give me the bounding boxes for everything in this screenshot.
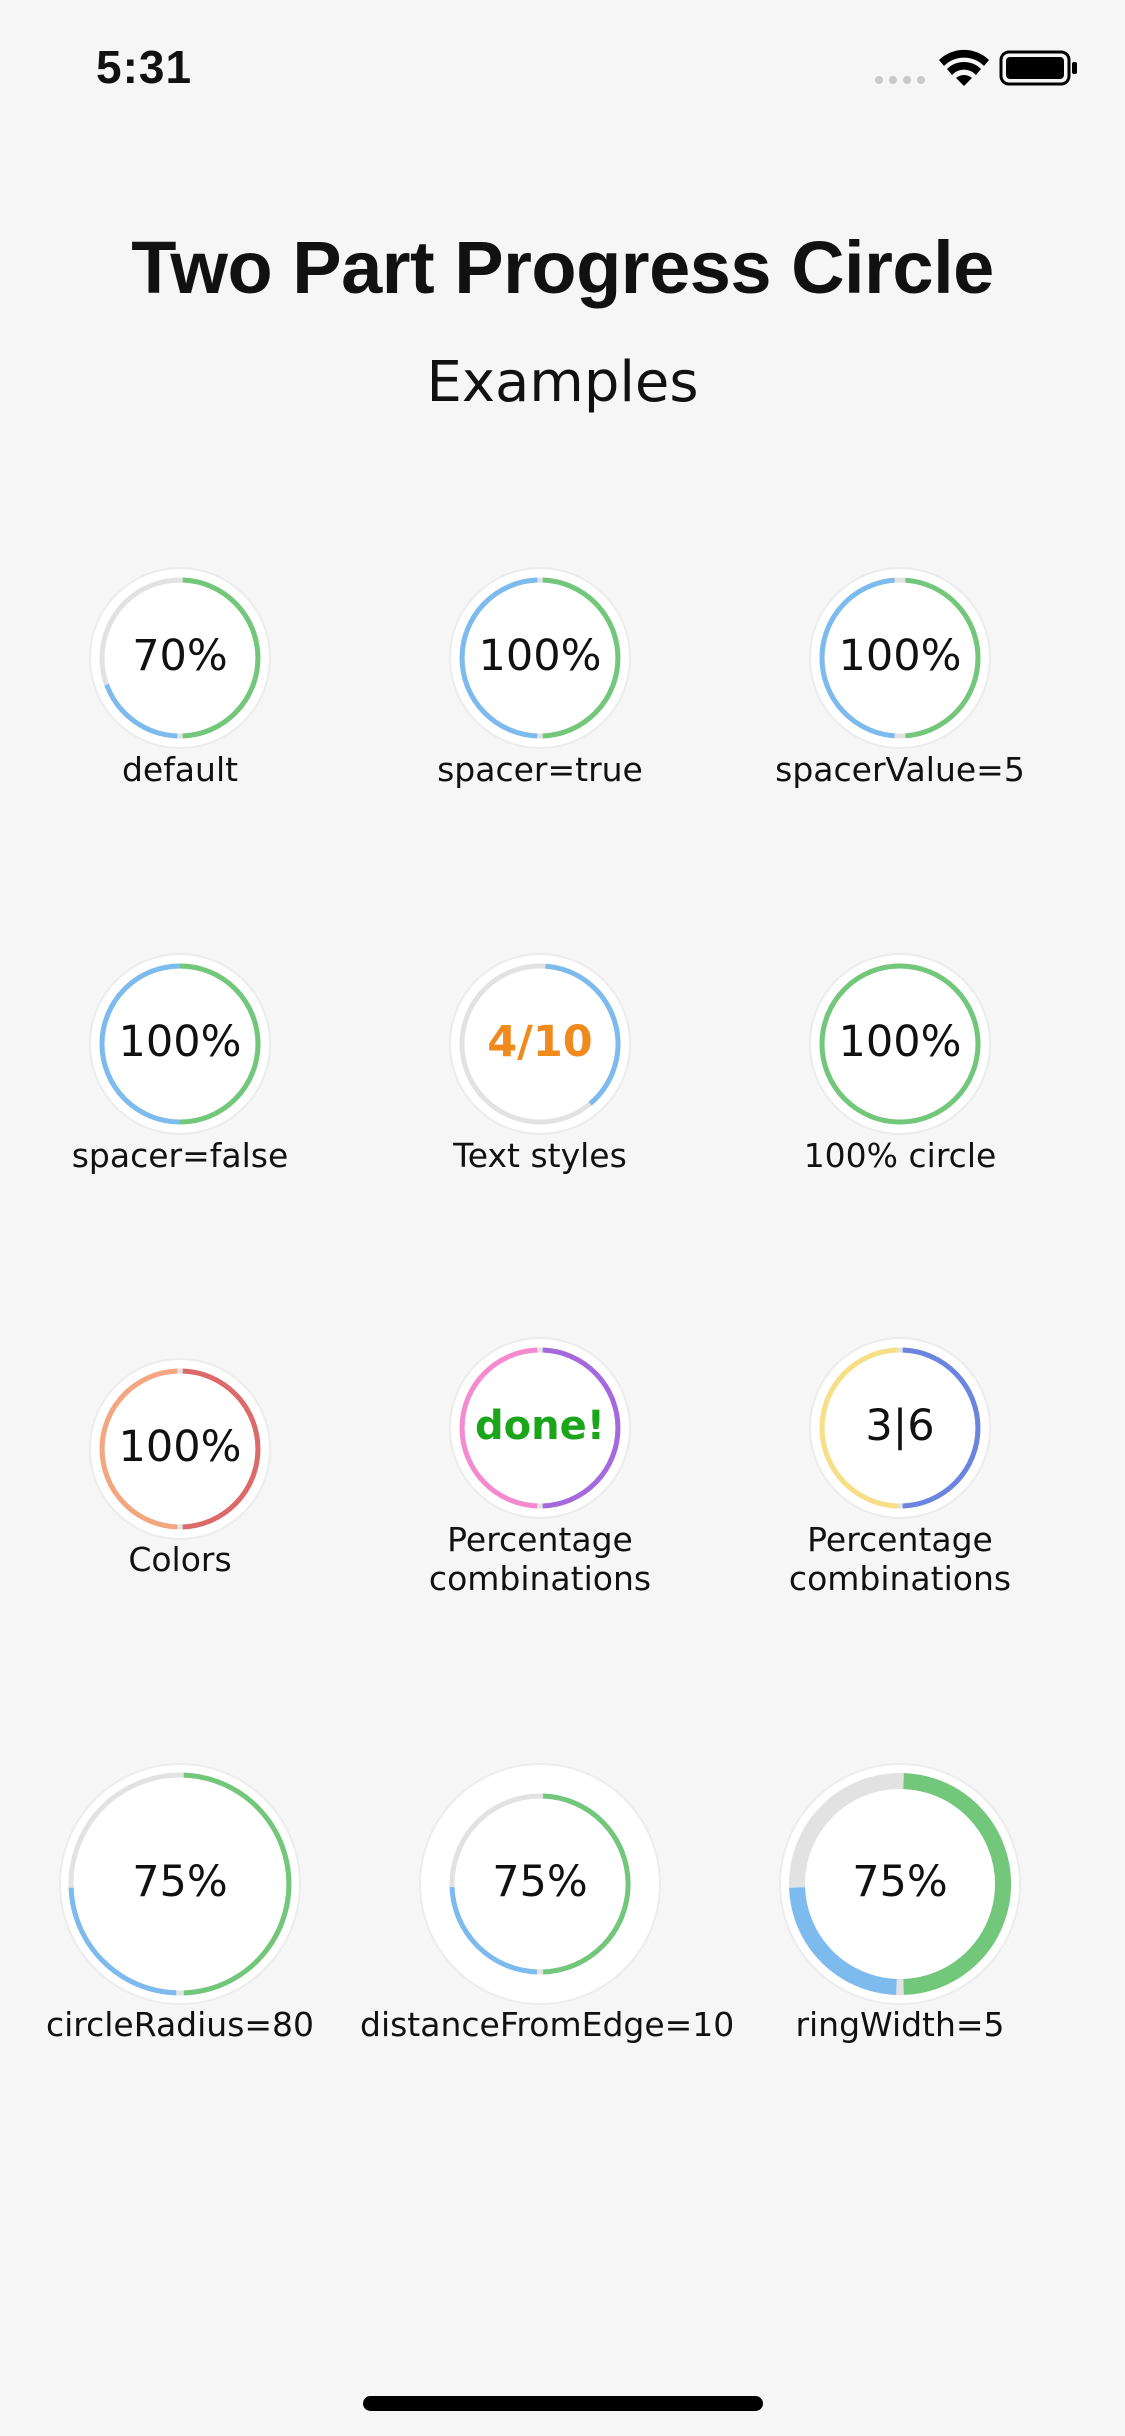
example-label: spacer=false: [71, 1136, 289, 1175]
example-percentage-combinations-1: done!: [360, 1334, 720, 1522]
progress-value: 100%: [478, 630, 602, 681]
example-label: spacer=true: [437, 750, 643, 789]
signal-icon: [875, 76, 925, 84]
example-default: 70%: [0, 564, 360, 752]
example-label: 100% circle: [803, 1136, 997, 1175]
example-label: Percentage combinations: [788, 1520, 1012, 1598]
example-spacer-true: 100%: [360, 564, 720, 752]
example-label: default: [121, 750, 239, 789]
example-text-styles: 4/10: [360, 950, 720, 1138]
progress-value: 100%: [118, 1016, 242, 1067]
example-label: Percentage combinations: [428, 1520, 652, 1598]
battery-icon: [999, 50, 1077, 86]
example-ring-width-5: 75%: [720, 1760, 1080, 2008]
progress-value: 75%: [132, 1856, 228, 1907]
example-spacer-false: 100%: [0, 950, 360, 1138]
progress-value: 4/10: [487, 1016, 593, 1067]
progress-value: done!: [475, 1403, 605, 1449]
example-spacer-value-5: 100%: [720, 564, 1080, 752]
status-icons: [875, 49, 1077, 86]
example-label: Text styles: [453, 1136, 627, 1175]
page-subtitle: Examples: [426, 350, 699, 415]
example-colors: 100%: [0, 1355, 360, 1543]
progress-value: 100%: [838, 1016, 962, 1067]
example-circle-radius-80: 75%: [0, 1760, 360, 2008]
progress-value: 70%: [132, 630, 228, 681]
progress-value: 75%: [852, 1856, 948, 1907]
page-title: Two Part Progress Circle: [131, 226, 994, 309]
example-full-circle: 100%: [720, 950, 1080, 1138]
progress-value: 100%: [118, 1421, 242, 1472]
home-indicator[interactable]: [363, 2396, 763, 2411]
example-label: distanceFromEdge=10: [360, 2005, 735, 2044]
example-percentage-combinations-2: 3|6: [720, 1334, 1080, 1522]
status-bar: 5:31: [0, 0, 1125, 135]
example-label: ringWidth=5: [795, 2005, 1005, 2044]
example-distance-from-edge-10: 75%: [360, 1760, 720, 2008]
example-label: spacerValue=5: [775, 750, 1025, 789]
example-label: Colors: [128, 1540, 232, 1579]
example-label: circleRadius=80: [45, 2005, 315, 2044]
wifi-icon: [939, 49, 989, 86]
progress-value: 100%: [838, 630, 962, 681]
progress-value: 75%: [492, 1856, 588, 1907]
status-time: 5:31: [96, 41, 193, 93]
progress-value: 3|6: [865, 1400, 935, 1451]
